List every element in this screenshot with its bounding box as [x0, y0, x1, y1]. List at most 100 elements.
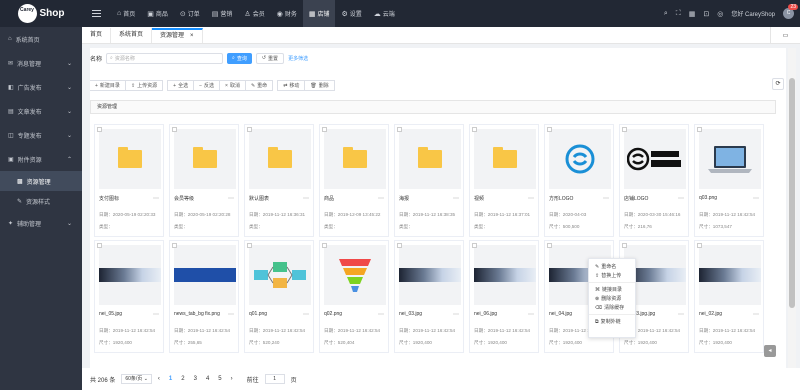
tab-home[interactable]: 首页 [82, 28, 112, 43]
sidebar-item-helpers[interactable]: ✦ 辅助管理 ⌄ [0, 211, 82, 235]
sidebar-item-articles[interactable]: ▤ 文章发布 ⌄ [0, 99, 82, 123]
close-icon[interactable]: × [190, 30, 194, 43]
more-filters-link[interactable]: 更多筛选 [288, 55, 308, 62]
rename-button[interactable]: ✎ 重命 [244, 80, 274, 91]
page-size-select[interactable]: 60条/页 ⌄ [121, 374, 152, 384]
select-checkbox[interactable] [97, 127, 102, 132]
resource-card[interactable]: q01.png ⋯ 日期：2019-11-12 16:42:54 尺寸：520,240 [244, 240, 314, 353]
context-clear-cache[interactable]: ⌫ 清除缓存 [589, 303, 635, 312]
select-checkbox[interactable] [547, 127, 552, 132]
search-input[interactable]: ⌕ 资源名称 [106, 52, 224, 64]
new-folder-button[interactable]: + 新建目录 [90, 80, 126, 91]
more-icon[interactable]: ⋯ [378, 311, 384, 318]
more-icon[interactable]: ⋯ [453, 195, 459, 202]
more-icon[interactable]: ⋯ [753, 195, 759, 202]
resource-card[interactable]: nei_02.jpg ⋯ 日期：2019-11-12 16:42:54 尺寸：1920… [694, 240, 764, 353]
prev-page-icon[interactable]: ‹ [158, 376, 160, 382]
tab-menu-icon[interactable]: ▭ [770, 27, 800, 44]
more-icon[interactable]: ⋯ [303, 311, 309, 318]
select-checkbox[interactable] [172, 243, 177, 248]
more-icon[interactable]: ⋯ [528, 311, 534, 318]
resource-thumbnail[interactable] [699, 129, 761, 189]
more-icon[interactable]: ⋯ [678, 195, 684, 202]
page-1[interactable]: 1 [169, 376, 172, 382]
select-checkbox[interactable] [322, 127, 327, 132]
goto-input[interactable]: 1 [264, 374, 285, 384]
menu-toggle-icon[interactable] [92, 10, 101, 17]
more-icon[interactable]: ⋯ [228, 195, 234, 202]
resource-card[interactable]: 店铺LOGO ⋯ 日期：2020-03-30 15:46:16 尺寸：216,76 [619, 124, 689, 237]
resource-thumbnail[interactable] [249, 129, 311, 189]
lock-icon[interactable]: ⊡ [703, 10, 709, 18]
grid-icon[interactable]: ▦ [689, 10, 696, 18]
logo[interactable]: Carey Shop [0, 0, 82, 27]
cancel-button[interactable]: × 取消 [219, 80, 246, 91]
resource-thumbnail[interactable] [549, 129, 611, 189]
context-replace-upload[interactable]: ⇪ 替换上传 [589, 271, 635, 280]
upload-button[interactable]: ⇪ 上传资源 [124, 80, 164, 91]
resource-card[interactable]: 商品 ⋯ 日期：2019-12-09 13:45:22 类型： [319, 124, 389, 237]
resource-thumbnail[interactable] [174, 245, 236, 305]
resource-thumbnail[interactable] [699, 245, 761, 305]
resource-thumbnail[interactable] [399, 129, 461, 189]
context-delete[interactable]: ⊗ 删除资源 [589, 294, 635, 303]
sidebar-item-topics[interactable]: ◫ 专题发布 ⌄ [0, 123, 82, 147]
select-checkbox[interactable] [622, 127, 627, 132]
nav-cloud[interactable]: ☁ 云端 [368, 0, 401, 27]
context-link-folder[interactable]: ⌘ 链接目录 [589, 285, 635, 294]
select-checkbox[interactable] [172, 127, 177, 132]
resource-thumbnail[interactable] [324, 129, 386, 189]
page-5[interactable]: 5 [218, 376, 221, 382]
more-icon[interactable]: ⋯ [678, 311, 684, 318]
select-checkbox[interactable] [697, 127, 702, 132]
refresh-button[interactable]: ⟳ [772, 78, 784, 90]
resource-thumbnail[interactable] [399, 245, 461, 305]
select-checkbox[interactable] [472, 243, 477, 248]
resource-card[interactable]: 会员等级 ⋯ 日期：2020-05-19 02:20:28 类型： [169, 124, 239, 237]
nav-store[interactable]: ▦ 店铺 [302, 0, 336, 27]
nav-finance[interactable]: ◉ 财务 [271, 0, 303, 27]
tab-resource-management[interactable]: 资源管理 × [152, 28, 203, 43]
nav-home[interactable]: ⌂ 首页 [111, 0, 141, 27]
select-checkbox[interactable] [247, 127, 252, 132]
page-2[interactable]: 2 [181, 376, 184, 382]
more-icon[interactable]: ⋯ [303, 195, 309, 202]
more-icon[interactable]: ⋯ [153, 195, 159, 202]
page-4[interactable]: 4 [206, 376, 209, 382]
resource-card[interactable]: q02.png ⋯ 日期：2019-11-12 16:42:54 尺寸：520,404 [319, 240, 389, 353]
nav-settings[interactable]: ⚙ 设置 [335, 0, 367, 27]
resource-card[interactable]: 支付图标 ⋯ 日期：2020-05-19 02:20:33 类型： [94, 124, 164, 237]
select-checkbox[interactable] [697, 243, 702, 248]
move-button[interactable]: ⇄ 移动 [277, 80, 306, 91]
nav-member[interactable]: ♙ 会员 [238, 0, 270, 27]
scroll-toggle-button[interactable]: ◂ [764, 345, 776, 357]
select-checkbox[interactable] [547, 243, 552, 248]
resource-card[interactable]: news_tab_bg fix.png ⋯ 日期：2019-11-12 16:42:… [169, 240, 239, 353]
select-checkbox[interactable] [397, 243, 402, 248]
tab-system-home[interactable]: 系统首页 [111, 28, 153, 43]
scrollbar[interactable] [788, 48, 796, 368]
more-icon[interactable]: ⋯ [528, 195, 534, 202]
context-copy-link[interactable]: ⧉ 复制外链 [589, 317, 635, 326]
reset-button[interactable]: ↺ 重置 [255, 52, 285, 64]
nav-marketing[interactable]: ▤ 营销 [206, 0, 239, 27]
scrollbar-thumb[interactable] [789, 78, 795, 308]
search-button[interactable]: ⌕ 查询 [227, 52, 252, 64]
select-checkbox[interactable] [622, 243, 627, 248]
select-checkbox[interactable] [322, 243, 327, 248]
more-icon[interactable]: ⋯ [153, 311, 159, 318]
nav-goods[interactable]: ▣ 商品 [141, 0, 174, 27]
delete-button[interactable]: 🗑 删除 [304, 80, 335, 91]
resource-card[interactable]: nei_05.jpg ⋯ 日期：2019-11-12 16:42:54 尺寸：1920… [94, 240, 164, 353]
fullscreen-icon[interactable]: ⛶ [676, 10, 681, 18]
sidebar-item-messages[interactable]: ✉ 消息管理 ⌄ [0, 51, 82, 75]
more-icon[interactable]: ⋯ [228, 311, 234, 318]
greeting[interactable]: 您好 CareyShop [731, 9, 775, 18]
resource-thumbnail[interactable] [324, 245, 386, 305]
resource-thumbnail[interactable] [249, 245, 311, 305]
nav-order[interactable]: ⊙ 订单 [174, 0, 206, 27]
select-checkbox[interactable] [247, 243, 252, 248]
more-icon[interactable]: ⋯ [603, 195, 609, 202]
resource-thumbnail[interactable] [624, 129, 686, 189]
next-page-icon[interactable]: › [231, 376, 233, 382]
